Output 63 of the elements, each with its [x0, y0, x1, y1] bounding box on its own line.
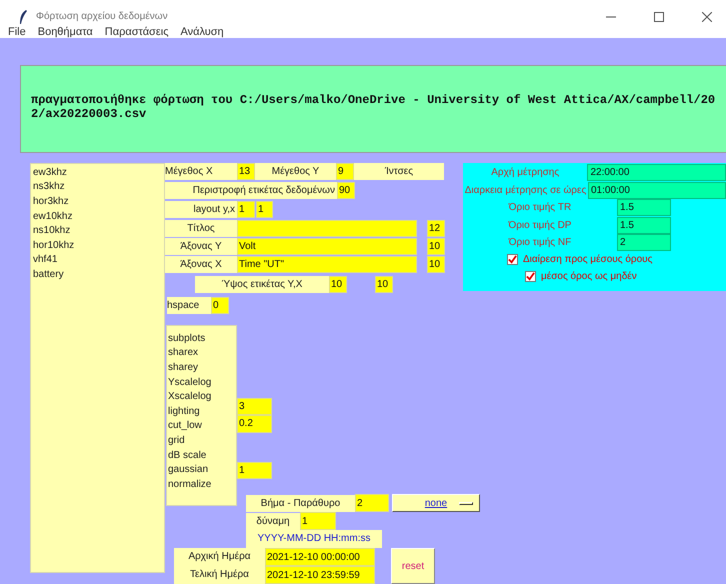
field-label: Όριο τιμής NF — [508, 237, 572, 248]
menu-item[interactable]: Βοηθήματα — [38, 26, 93, 38]
close-icon[interactable] — [702, 12, 712, 22]
input-field[interactable]: 90 — [337, 182, 355, 199]
field-label: Μέγεθος Υ — [255, 162, 336, 180]
field-label: Διαρκεια μέτρησης σε ώρες — [464, 184, 588, 196]
input-field[interactable]: 1.5 — [617, 216, 671, 234]
field-label: Άξονας Υ — [165, 238, 237, 255]
feather-icon — [18, 8, 28, 25]
dropdown[interactable]: none — [392, 494, 480, 512]
input-field[interactable]: 1 — [300, 512, 336, 530]
input-field[interactable]: 1.5 — [617, 199, 671, 216]
input-field[interactable]: 12 — [427, 220, 445, 237]
input-field[interactable]: 1 — [256, 200, 273, 218]
menu-item[interactable]: File — [8, 26, 26, 38]
checkbox-label: Διαίρεση προς μέσους όρους — [523, 254, 652, 266]
field-label: layout y,x — [165, 200, 237, 218]
field-label: Όριο τιμής DP — [507, 220, 572, 230]
input-field[interactable]: 1 — [237, 200, 255, 218]
field-label: Τίτλος — [165, 220, 237, 237]
status-message: πραγματοποιήθηκε φόρτωση του C:/Users/malko/OneDrive - University of West Attica/AX/campbell/20 2/ax20220003.csv — [20, 64, 726, 153]
field-label: Αρχή μέτρησης — [490, 167, 560, 178]
input-field[interactable]: 10 — [427, 238, 445, 255]
input-field[interactable]: 0.2 — [237, 415, 272, 433]
format-hint: YYYY-MM-DD HH:mm:ss — [246, 530, 382, 548]
input-field[interactable]: 2021-12-10 23:59:59 — [265, 566, 375, 584]
input-field[interactable]: 22:00:00 — [587, 164, 726, 181]
input-field[interactable]: 01:00:00 — [588, 182, 726, 198]
field-label: Περιστροφή ετικέτας δεδομένων — [165, 182, 337, 199]
field-label: Ύψος ετικέτας Υ,Χ — [195, 276, 329, 293]
input-field[interactable]: 10 — [375, 276, 393, 293]
input-field[interactable]: 2021-12-10 00:00:00 — [265, 548, 375, 566]
field-label: δύναμη — [246, 512, 300, 530]
channel-listbox[interactable]: ew3khz ns3khz hor3khz ew10khz ns10khz hor10khz vhf41 battery — [30, 162, 165, 573]
field-label: Βήμα - Παράθυρο — [246, 494, 355, 512]
option-listbox[interactable]: subplots sharex sharey Yscalelog Xscalelog lighting cut_low grid dB scale gaussian normalize — [166, 324, 237, 506]
input-field[interactable]: 0 — [211, 296, 229, 314]
input-field[interactable]: 13 — [237, 162, 255, 180]
field-label: Άξονας Χ — [165, 256, 237, 273]
input-field[interactable]: 9 — [336, 162, 354, 180]
checkbox-label: μέσος όρος ως μηδέν — [541, 271, 637, 282]
input-field[interactable]: 3 — [237, 398, 272, 416]
field-label: Ίντσες — [354, 162, 444, 180]
window-title: Φόρτωση αρχείου δεδομένων — [36, 11, 168, 22]
input-field[interactable]: 2 — [355, 494, 389, 512]
field-label: Όριο τιμής TR — [508, 202, 572, 213]
input-field[interactable]: Volt — [237, 238, 417, 255]
field-label: Αρχική Ημέρα — [174, 548, 265, 566]
checkbox[interactable] — [525, 271, 536, 282]
checkbox[interactable] — [507, 254, 518, 266]
input-field[interactable]: 10 — [427, 256, 445, 273]
field-label: hspace — [167, 296, 211, 314]
input-field[interactable]: 1 — [237, 462, 272, 480]
maximize-icon[interactable] — [654, 12, 664, 22]
field-label: Μέγεθος Χ — [165, 162, 237, 180]
field-label: Τελική Ημέρα — [174, 566, 265, 584]
reset-button[interactable]: reset — [391, 548, 435, 584]
input-field[interactable]: 10 — [329, 276, 347, 293]
input-field[interactable] — [237, 220, 417, 237]
input-field[interactable]: Time "UT" — [237, 256, 417, 273]
menu-item[interactable]: Παραστάσεις — [104, 26, 168, 38]
menu-item[interactable]: Ανάλυση — [180, 26, 224, 38]
input-field[interactable]: 2 — [617, 234, 671, 251]
